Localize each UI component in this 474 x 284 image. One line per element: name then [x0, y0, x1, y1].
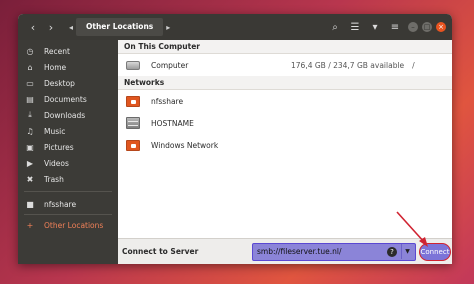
- list-item-name: Computer: [151, 60, 189, 70]
- connect-to-server-bar: Connect to Server ? ▼ Connect: [118, 238, 452, 264]
- sidebar-item-label: Music: [44, 126, 66, 136]
- minimize-button[interactable]: –: [408, 22, 418, 32]
- sidebar-item-recent[interactable]: ◷ Recent: [18, 43, 118, 59]
- chevron-down-icon[interactable]: ▼: [401, 243, 413, 259]
- folder-icon: ■: [26, 199, 34, 209]
- sidebar-item-documents[interactable]: ▤ Documents: [18, 91, 118, 107]
- menu-button[interactable]: ≡: [386, 18, 404, 36]
- server-address-input[interactable]: [257, 247, 387, 256]
- list-view-icon: ☰: [350, 21, 360, 33]
- sidebar-item-nfsshare[interactable]: ■ nfsshare: [18, 196, 118, 212]
- sidebar-item-label: nfsshare: [44, 199, 77, 209]
- list-item-name: Windows Network: [151, 140, 219, 150]
- sidebar-divider: [24, 214, 112, 215]
- list-item-windows-network[interactable]: Windows Network: [118, 134, 452, 156]
- server-address-field[interactable]: ? ▼: [252, 242, 416, 261]
- file-manager-window: ‹ › ◂ Other Locations ▸ ⌕ ☰ ▾ ≡ – □ × ◷ …: [18, 14, 452, 264]
- sidebar-item-pictures[interactable]: ▣ Pictures: [18, 139, 118, 155]
- sidebar-item-desktop[interactable]: ▭ Desktop: [18, 75, 118, 91]
- view-list-button[interactable]: ☰: [346, 18, 364, 36]
- close-icon: ×: [438, 23, 444, 31]
- download-icon: ⤓: [28, 110, 32, 119]
- maximize-button[interactable]: □: [422, 22, 432, 32]
- search-icon: ⌕: [332, 21, 338, 33]
- list-item-computer[interactable]: Computer 176,4 GB / 234,7 GB available /: [118, 54, 452, 76]
- main-content: On This Computer Computer 176,4 GB / 234…: [118, 40, 452, 264]
- list-item-name: nfsshare: [151, 96, 184, 106]
- path-bar: ◂ Other Locations ▸: [66, 18, 173, 36]
- sidebar-item-label: Pictures: [44, 142, 74, 152]
- sidebar-item-trash[interactable]: ✖ Trash: [18, 171, 118, 187]
- maximize-icon: □: [423, 23, 431, 31]
- music-icon: ♫: [26, 126, 34, 136]
- connect-button[interactable]: Connect: [419, 242, 451, 261]
- connect-to-server-label: Connect to Server: [122, 247, 199, 256]
- hamburger-icon: ≡: [390, 21, 400, 33]
- sidebar-item-label: Home: [44, 62, 67, 72]
- list-item-nfsshare[interactable]: nfsshare: [118, 90, 452, 112]
- sidebar-item-label: Desktop: [44, 78, 75, 88]
- titlebar: ‹ › ◂ Other Locations ▸ ⌕ ☰ ▾ ≡ – □ ×: [18, 14, 452, 40]
- folder-icon: [126, 95, 140, 107]
- path-button-other-locations[interactable]: Other Locations: [76, 18, 164, 36]
- minimize-icon: –: [411, 23, 415, 31]
- desktop-icon: ▭: [26, 78, 34, 88]
- clock-icon: ◷: [26, 46, 34, 56]
- sidebar-item-videos[interactable]: ▶ Videos: [18, 155, 118, 171]
- pictures-icon: ▣: [26, 142, 34, 152]
- trash-icon: ✖: [26, 174, 34, 184]
- section-heading-on-this-computer: On This Computer: [118, 40, 452, 54]
- forward-arrow-icon: ›: [48, 20, 54, 34]
- search-button[interactable]: ⌕: [326, 18, 344, 36]
- sidebar-item-downloads[interactable]: ⤓ Downloads: [18, 107, 118, 123]
- sidebar-item-label: Other Locations: [44, 220, 104, 230]
- folder-icon: [126, 139, 140, 151]
- section-heading-networks: Networks: [118, 76, 452, 90]
- sidebar-item-label: Trash: [44, 174, 64, 184]
- connect-button-label: Connect: [420, 247, 450, 256]
- sidebar-divider: [24, 191, 112, 192]
- list-item-name: HOSTNAME: [151, 118, 194, 128]
- forward-button[interactable]: ›: [42, 18, 60, 36]
- view-options-button[interactable]: ▾: [366, 18, 384, 36]
- drive-icon: [126, 59, 140, 71]
- sidebar-item-label: Videos: [44, 158, 69, 168]
- path-right-arrow-icon[interactable]: ▸: [163, 23, 173, 32]
- path-left-arrow-icon[interactable]: ◂: [66, 23, 76, 32]
- sidebar-item-home[interactable]: ⌂ Home: [18, 59, 118, 75]
- plus-icon: +: [26, 220, 34, 230]
- back-button[interactable]: ‹: [24, 18, 42, 36]
- sidebar-item-label: Downloads: [44, 110, 86, 120]
- chevron-down-icon: ▾: [372, 21, 378, 33]
- list-item-path: /: [412, 60, 415, 70]
- list-item-size: 176,4 GB / 234,7 GB available: [291, 60, 405, 70]
- documents-icon: ▤: [26, 94, 34, 104]
- server-icon: [126, 117, 140, 129]
- sidebar-item-music[interactable]: ♫ Music: [18, 123, 118, 139]
- help-icon[interactable]: ?: [387, 246, 397, 257]
- close-button[interactable]: ×: [436, 22, 446, 32]
- sidebar-item-label: Documents: [44, 94, 87, 104]
- home-icon: ⌂: [27, 62, 33, 72]
- videos-icon: ▶: [26, 158, 34, 168]
- sidebar-item-other-locations[interactable]: + Other Locations: [18, 217, 118, 233]
- sidebar: ◷ Recent ⌂ Home ▭ Desktop ▤ Documents ⤓ …: [18, 40, 118, 264]
- list-item-hostname[interactable]: HOSTNAME: [118, 112, 452, 134]
- back-arrow-icon: ‹: [30, 20, 36, 34]
- sidebar-item-label: Recent: [44, 46, 70, 56]
